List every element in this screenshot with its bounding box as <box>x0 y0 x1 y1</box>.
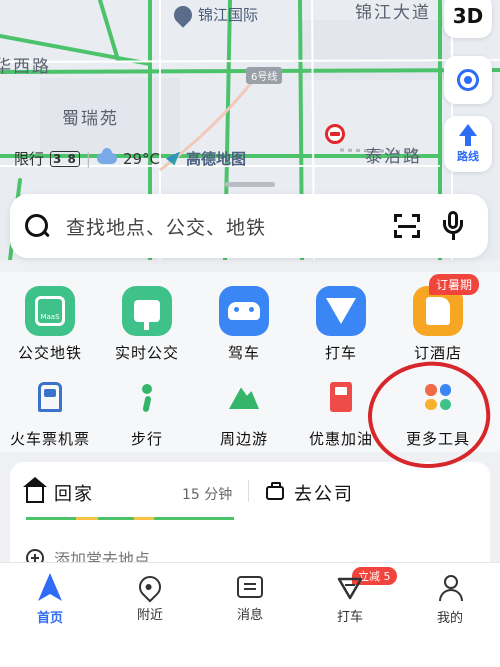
tool-drive[interactable]: 驾车 <box>197 286 291 363</box>
tab-home[interactable]: 首页 <box>0 563 100 667</box>
no-entry-icon <box>325 124 345 144</box>
microphone-icon[interactable] <box>442 211 464 241</box>
location-pin-icon <box>134 571 166 603</box>
sheet-drag-handle[interactable] <box>225 182 275 187</box>
car-icon <box>219 286 269 336</box>
tool-bus-metro[interactable]: 公交地铁 <box>3 286 97 363</box>
tool-label: 订酒店 <box>413 344 462 362</box>
three-d-toggle-button[interactable]: 3D <box>444 0 492 38</box>
tool-train-flight[interactable]: 火车票机票 <box>3 372 97 449</box>
go-work-shortcut[interactable]: 去公司 <box>266 480 354 506</box>
route-button[interactable]: 路线 <box>444 116 492 172</box>
user-icon <box>438 575 463 601</box>
tool-nearby-tour[interactable]: 周边游 <box>197 372 291 449</box>
message-icon <box>237 576 263 598</box>
summer-promo-badge: 订暑期 <box>428 274 479 295</box>
temperature: 29°C <box>122 149 161 168</box>
taxi-tab-icon <box>337 576 363 600</box>
home-icon <box>23 477 47 503</box>
tab-messages[interactable]: 消息 <box>200 563 300 667</box>
search-icon <box>24 213 50 239</box>
walk-icon <box>122 372 172 422</box>
tab-nearby[interactable]: 附近 <box>100 563 200 667</box>
home-sheet: 查找地点、公交、地铁 公交地铁 实时公交 驾车 打车 <box>0 172 500 572</box>
quick-tools-grid: 公交地铁 实时公交 驾车 打车 订暑期 订酒店 火车 <box>0 272 500 452</box>
restriction-numbers: 3 8 <box>50 150 80 167</box>
road-label-huaxi: 华西路 <box>0 57 51 77</box>
restriction-label: 限行 <box>14 150 45 168</box>
realtime-bus-icon <box>122 286 172 336</box>
commute-divider <box>248 480 249 502</box>
map-status-bar: 限行 3 8 | 29°C 高德地图 <box>14 148 247 168</box>
cloud-icon <box>96 148 117 164</box>
road-label-jinjiang: 锦江大道 <box>355 3 431 23</box>
tool-label: 公交地铁 <box>17 344 82 362</box>
home-eta: 15 分钟 <box>182 487 233 503</box>
train-icon <box>25 372 75 422</box>
tool-label: 实时公交 <box>114 344 179 362</box>
tool-label: 步行 <box>130 430 163 448</box>
tool-walk[interactable]: 步行 <box>100 372 194 449</box>
fuel-icon <box>316 372 366 422</box>
tool-label: 驾车 <box>227 344 260 362</box>
search-input[interactable]: 查找地点、公交、地铁 <box>66 213 394 240</box>
scan-icon[interactable] <box>394 214 420 238</box>
quick-tools-row-primary: 公交地铁 实时公交 驾车 打车 订暑期 订酒店 <box>0 274 500 363</box>
locate-me-button[interactable] <box>444 56 492 104</box>
home-label: 回家 <box>54 484 94 505</box>
work-label: 去公司 <box>294 484 354 505</box>
tab-label: 消息 <box>236 608 263 623</box>
tool-realtime-bus[interactable]: 实时公交 <box>100 286 194 363</box>
briefcase-icon <box>266 482 284 500</box>
bottom-tab-bar: 首页 附近 消息 立减 5 打车 我的 <box>0 562 500 667</box>
more-tools-icon <box>413 372 463 422</box>
amap-logo-icon <box>166 151 181 166</box>
bus-icon <box>25 286 75 336</box>
road-label-taizhi: 泰治路 <box>365 147 422 167</box>
nearby-tour-icon <box>219 372 269 422</box>
locate-icon <box>457 69 479 91</box>
tool-label: 优惠加油 <box>308 430 373 448</box>
metro-line-tag: 6号线 <box>246 67 283 84</box>
tool-fuel-discount[interactable]: 优惠加油 <box>294 372 388 449</box>
poi-pin-icon <box>170 1 196 28</box>
tool-hotel[interactable]: 订暑期 订酒店 <box>391 274 485 363</box>
tool-label: 更多工具 <box>405 430 470 448</box>
home-traffic-bar <box>26 517 234 520</box>
brand-name: 高德地图 <box>186 150 247 168</box>
area-label-shuruiyuan: 蜀瑞苑 <box>62 109 119 129</box>
quick-tools-row-secondary: 火车票机票 步行 周边游 优惠加油 更多工具 <box>0 372 500 449</box>
commute-card: 回家 15 分钟 去公司 添加常去地点 <box>10 462 490 572</box>
tool-taxi[interactable]: 打车 <box>294 286 388 363</box>
tool-more[interactable]: 更多工具 <box>391 372 485 449</box>
taxi-icon <box>316 286 366 336</box>
tab-profile[interactable]: 我的 <box>400 563 500 667</box>
three-d-label: 3D <box>452 4 484 28</box>
search-bar[interactable]: 查找地点、公交、地铁 <box>10 194 488 258</box>
poi-marker[interactable]: 锦江国际 <box>170 1 259 28</box>
tab-taxi[interactable]: 立减 5 打车 <box>300 563 400 667</box>
tab-label: 首页 <box>36 611 63 626</box>
tool-label: 火车票机票 <box>9 430 90 448</box>
tab-label: 附近 <box>136 608 163 623</box>
route-label: 路线 <box>457 150 479 163</box>
navigation-arrow-icon <box>38 573 62 601</box>
tool-label: 打车 <box>324 344 357 362</box>
route-arrow-icon <box>459 124 477 136</box>
tab-label: 打车 <box>336 610 363 625</box>
tool-label: 周边游 <box>219 430 268 448</box>
tab-label: 我的 <box>436 611 463 626</box>
go-home-shortcut[interactable]: 回家 <box>23 477 94 506</box>
poi-name: 锦江国际 <box>198 6 259 24</box>
